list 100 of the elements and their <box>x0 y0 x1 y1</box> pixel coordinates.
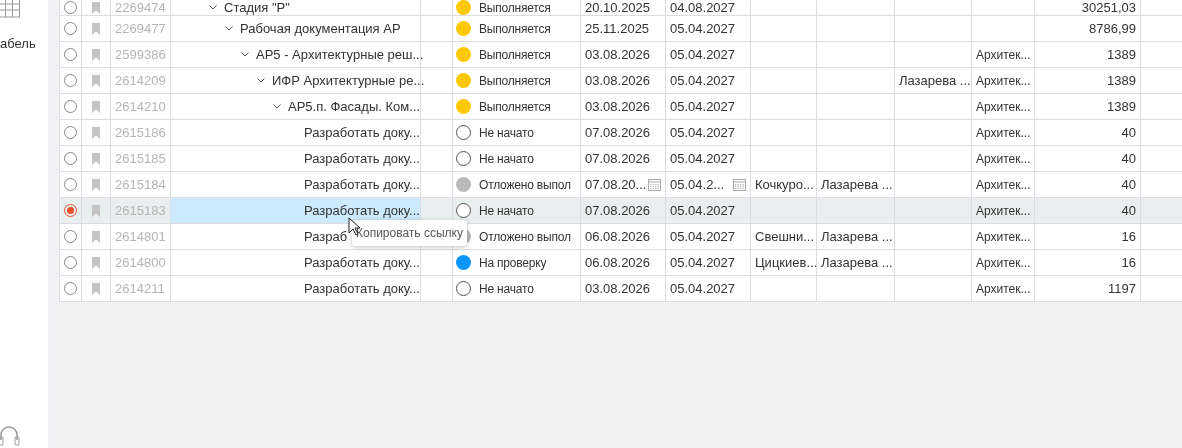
status-label: Выполняется <box>479 46 551 64</box>
bookmark-icon[interactable] <box>92 74 100 87</box>
date-text: 03.08.2026 <box>585 97 651 116</box>
calendar-icon[interactable] <box>648 178 661 191</box>
task-name: Разработать доку... <box>304 253 420 272</box>
task-id: 2615185 <box>115 149 166 168</box>
status-label: Отложено выпол <box>479 228 571 246</box>
task-name: Стадия "Р" <box>224 0 290 17</box>
status-label: Отложено выпол <box>479 176 571 194</box>
date-text: 05.04.2027 <box>670 279 736 298</box>
date-text: 25.11.2025 <box>585 19 650 38</box>
date-text: 05.04.2027 <box>670 97 736 116</box>
status-label: На проверку <box>479 254 547 272</box>
amount-text: 30251,03 <box>1081 0 1136 17</box>
status-label: Не начато <box>479 280 534 298</box>
task-name: АР5.п. Фасады. Ком... <box>288 97 421 116</box>
amount-text: 1389 <box>1107 45 1136 64</box>
date-text: 05.04.2027 <box>670 149 736 168</box>
date-text: 07.08.20... <box>585 175 647 194</box>
amount-text: 16 <box>1121 227 1136 246</box>
date-text: 05.04.2027 <box>670 45 736 64</box>
task-id: 2269477 <box>115 19 166 38</box>
table-icon[interactable] <box>0 0 20 18</box>
bookmark-icon[interactable] <box>92 282 100 295</box>
date-text: 05.04.2027 <box>670 71 736 90</box>
status-label: Не начато <box>479 202 534 220</box>
date-text: 05.04.2027 <box>670 201 736 220</box>
person-name: Цицкиев... <box>755 253 818 272</box>
task-name: Разработать доку... <box>304 149 420 168</box>
category-text: Архитек... <box>976 176 1031 194</box>
status-label: Выполняется <box>479 0 551 17</box>
task-name: АР5 - Архитектурные реш... <box>256 45 424 64</box>
date-text: 05.04.2... <box>670 175 725 194</box>
category-text: Архитек... <box>976 150 1031 168</box>
date-text: 07.08.2026 <box>585 201 651 220</box>
category-text: Архитек... <box>976 280 1031 298</box>
headset-icon[interactable] <box>0 424 20 448</box>
sidebar-label[interactable]: абель <box>0 34 48 54</box>
category-text: Архитек... <box>976 254 1031 272</box>
amount-text: 1389 <box>1107 71 1136 90</box>
status-label: Не начато <box>479 124 534 142</box>
task-id: 2614209 <box>115 71 166 90</box>
bookmark-icon[interactable] <box>92 152 100 165</box>
date-text: 07.08.2026 <box>585 123 651 142</box>
task-id: 2615186 <box>115 123 166 142</box>
amount-text: 8786,99 <box>1089 19 1136 38</box>
category-text: Архитек... <box>976 72 1031 90</box>
date-text: 05.04.2027 <box>670 123 736 142</box>
task-id: 2614211 <box>115 279 165 298</box>
status-label: Выполняется <box>479 20 551 38</box>
task-name: Разработать доку... <box>304 279 420 298</box>
task-name: Рабочая документация АР <box>240 19 401 38</box>
task-id: 2599386 <box>115 45 166 64</box>
task-name: ИФР Архитектурные ре... <box>272 71 425 90</box>
bookmark-icon[interactable] <box>92 256 100 269</box>
task-id: 2614800 <box>115 253 166 272</box>
date-text: 20.10.2025 <box>585 0 651 17</box>
person-name: Лазарева ... <box>899 71 971 90</box>
date-text: 04.08.2027 <box>670 0 736 17</box>
date-text: 03.08.2026 <box>585 279 651 298</box>
task-id: 2269474 <box>115 0 166 17</box>
category-text: Архитек... <box>976 46 1031 64</box>
task-id: 2615183 <box>115 201 166 220</box>
date-text: 05.04.2027 <box>670 19 736 38</box>
bookmark-icon[interactable] <box>92 178 100 191</box>
chevron-icon[interactable] <box>257 78 265 83</box>
person-name: Лазарева ... <box>821 253 893 272</box>
chevron-icon[interactable] <box>241 52 249 57</box>
date-text: 03.08.2026 <box>585 45 651 64</box>
tooltip: Копировать ссылку <box>352 220 467 246</box>
status-label: Не начато <box>479 150 534 168</box>
date-text: 05.04.2027 <box>670 253 736 272</box>
date-text: 03.08.2026 <box>585 71 651 90</box>
category-text: Архитек... <box>976 124 1031 142</box>
amount-text: 40 <box>1121 123 1136 142</box>
date-text: 07.08.2026 <box>585 149 651 168</box>
date-text: 06.08.2026 <box>585 227 651 246</box>
status-label: Выполняется <box>479 72 551 90</box>
bookmark-icon[interactable] <box>92 48 100 61</box>
bookmark-icon[interactable] <box>92 1 100 14</box>
bookmark-icon[interactable] <box>92 230 100 243</box>
amount-text: 40 <box>1121 175 1136 194</box>
bookmark-icon[interactable] <box>92 126 100 139</box>
category-text: Архитек... <box>976 98 1031 116</box>
task-id: 2615184 <box>115 175 166 194</box>
chevron-icon[interactable] <box>209 5 217 10</box>
amount-text: 16 <box>1121 253 1136 272</box>
task-name: Разраб <box>304 227 348 246</box>
date-text: 05.04.2027 <box>670 227 736 246</box>
task-id: 2614210 <box>115 97 166 116</box>
bookmark-icon[interactable] <box>92 100 100 113</box>
chevron-icon[interactable] <box>273 104 281 109</box>
task-name: Разработать доку... <box>304 123 420 142</box>
person-name: Кочкуро... <box>755 175 814 194</box>
bookmark-icon[interactable] <box>92 22 100 35</box>
amount-text: 1389 <box>1107 97 1136 116</box>
date-text: 06.08.2026 <box>585 253 651 272</box>
person-name: Лазарева ... <box>821 227 893 246</box>
calendar-icon[interactable] <box>733 178 746 191</box>
chevron-icon[interactable] <box>225 26 233 31</box>
